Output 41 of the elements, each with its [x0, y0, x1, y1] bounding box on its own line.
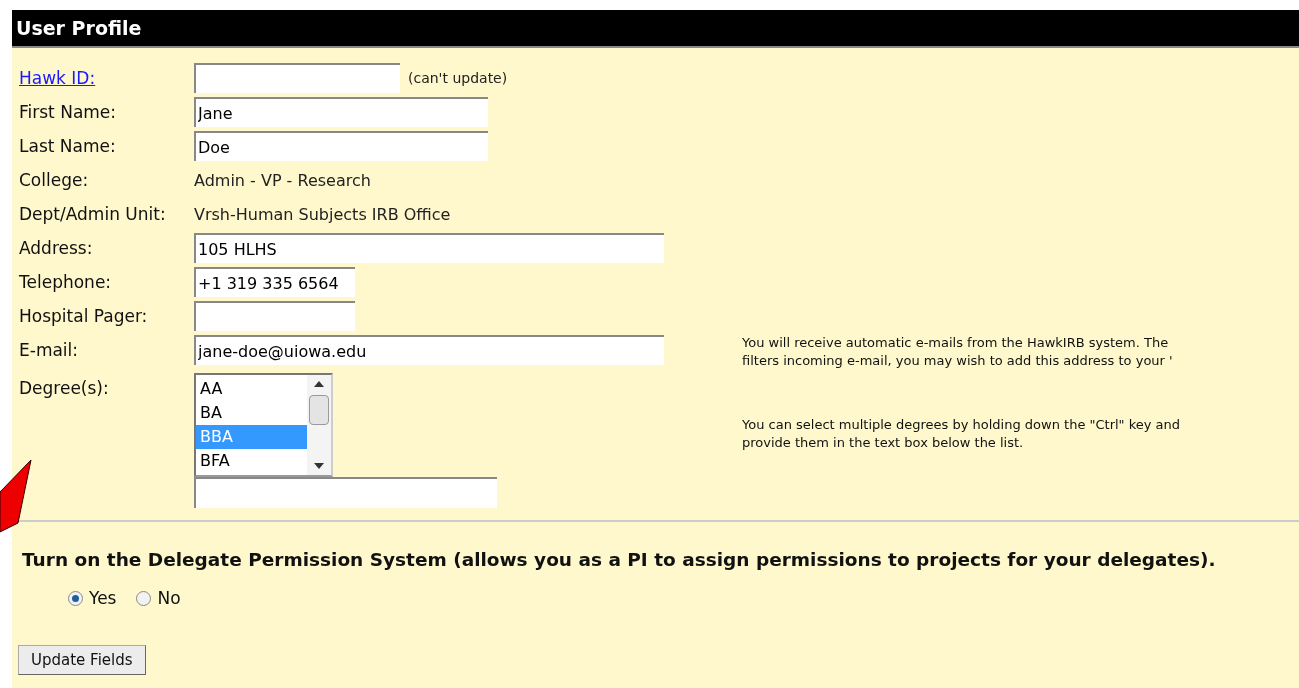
scrollbar[interactable] [307, 375, 331, 475]
note-text: (can't update) [408, 68, 508, 88]
info-text: filters incoming e-mail, you may wish to add this address to your ' [742, 352, 1173, 370]
list-option[interactable]: BA [196, 401, 307, 425]
field-label: First Name: [19, 101, 118, 124]
field-label: Address: [19, 237, 94, 260]
field-label: Degree(s): [19, 377, 110, 400]
radio-button[interactable] [136, 591, 152, 606]
scroll-up-icon[interactable] [314, 381, 324, 387]
scroll-thumb[interactable] [309, 395, 329, 425]
radio-button[interactable] [68, 591, 83, 606]
delegate-question: Turn on the Delegate Permission System (allows you as a PI to assign permissions to projects for your delegates). [22, 548, 1217, 572]
value-text: Vrsh-Human Subjects IRB Office [194, 204, 451, 226]
list-option[interactable]: AA [196, 377, 307, 401]
text-field[interactable]: jane-doe@uiowa.edu [194, 335, 664, 365]
arrow-icon [0, 459, 32, 533]
field-label: Telephone: [19, 271, 113, 294]
update-button[interactable]: Update Fields [18, 645, 146, 676]
list-option[interactable]: BFA [196, 449, 307, 473]
panel-title: User Profile [16, 15, 142, 41]
field-label: Hospital Pager: [19, 305, 149, 328]
text-field[interactable]: 105 HLHS [194, 233, 664, 263]
info-text: provide them in the text box below the list. [742, 434, 1025, 452]
scroll-down-icon[interactable] [314, 463, 324, 469]
value-text: Admin - VP - Research [194, 170, 371, 192]
field-label: Dept/Admin Unit: [19, 203, 167, 226]
radio-label: No [157, 586, 181, 610]
degree-listbox[interactable]: AA BA BBA BFA [194, 373, 333, 477]
text-field[interactable]: Jane [194, 97, 488, 127]
field-label: College: [19, 169, 90, 192]
hawk-id-link[interactable]: Hawk ID: [19, 62, 194, 94]
info-text: You can select multiple degrees by holding down the "Ctrl" key and [742, 416, 1181, 434]
info-text: You will receive automatic e-mails from the HawkIRB system. The [742, 334, 1170, 352]
text-field[interactable]: Doe [194, 131, 488, 161]
text-field[interactable]: +1 319 335 6564 [194, 267, 355, 297]
field-label: E-mail: [19, 339, 80, 362]
other-degree-field[interactable] [194, 477, 497, 508]
radio-label: Yes [89, 586, 117, 610]
field-label: Last Name: [19, 135, 117, 158]
text-field[interactable] [194, 301, 355, 331]
text-field[interactable] [194, 63, 400, 93]
